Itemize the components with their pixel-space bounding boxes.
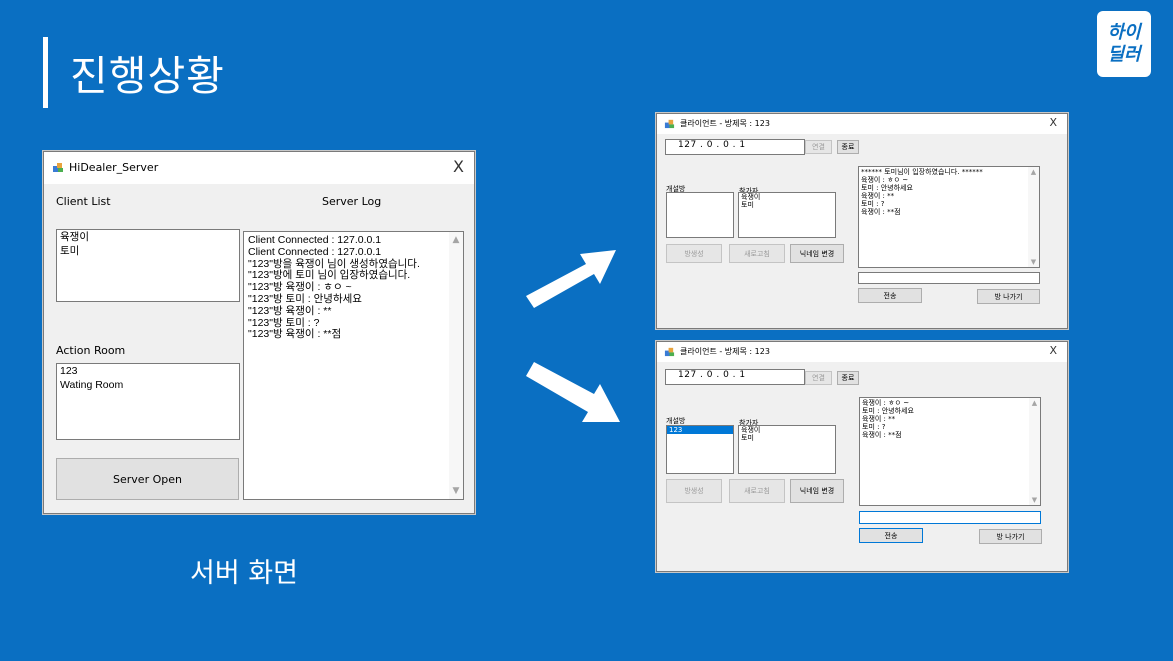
message-input[interactable] [858,272,1040,284]
leave-room-button[interactable]: 방 나가기 [977,289,1040,304]
room-list[interactable] [666,192,734,238]
log-line: "123"방 토미 : 안녕하세요 [248,292,362,305]
chevron-up-icon[interactable]: ▲ [449,235,463,245]
log-line: "123"방 육쟁이 : ** [248,304,332,317]
server-titlebar: HiDealer_Server X [44,152,474,184]
log-line: 육쟁이 : ㅎㅇ ~ [862,399,910,407]
room-list-label: 개설방 [666,417,686,425]
server-log[interactable]: Client Connected : 127.0.0.1 Client Conne… [243,231,464,500]
log-line: 토미 : ? [861,200,885,208]
quit-button[interactable]: 종료 [837,140,859,154]
log-line: 육쟁이 : **점 [861,208,901,216]
window-title: 클라이언트 - 방제목 : 123 [680,119,770,128]
log-line: 토미 : 안녕하세요 [862,407,914,415]
log-line: Client Connected : 127.0.0.1 [248,245,382,258]
scrollbar[interactable]: ▲ ▼ [1029,398,1040,505]
server-window: HiDealer_Server X Client List Server Log… [43,151,475,514]
client-window-top: 클라이언트 - 방제목 : 123 X 127 . 0 . 0 . 1 연결 종… [656,113,1068,329]
room-list[interactable]: 123 [666,425,734,474]
create-room-button[interactable]: 방생성 [666,244,722,263]
client-list[interactable]: 육쟁이 토미 [56,229,240,302]
server-caption: 서버 화면 [190,558,298,589]
close-icon[interactable]: X [1049,116,1057,129]
log-line: "123"방 육쟁이 : **점 [248,328,342,341]
log-line: 육쟁이 : ** [862,415,896,423]
scrollbar[interactable]: ▲ ▼ [1028,167,1039,267]
participant-list[interactable]: 육쟁이 토미 [738,425,836,474]
scrollbar[interactable]: ▲ ▼ [449,232,463,499]
hidealer-logo: 하이 딜러 [1097,11,1151,77]
send-button[interactable]: 전송 [859,528,923,543]
chevron-down-icon[interactable]: ▼ [449,486,463,496]
window-title: 클라이언트 - 방제목 : 123 [680,347,770,356]
leave-room-button[interactable]: 방 나가기 [979,529,1042,544]
close-icon[interactable]: X [453,157,464,176]
list-item[interactable]: 토미 [57,245,239,258]
app-icon [664,119,675,129]
log-line: 토미 : 안녕하세요 [861,184,913,192]
room-list[interactable]: 123 Wating Room [56,363,240,440]
ip-input[interactable]: 127 . 0 . 0 . 1 [665,369,805,385]
list-item[interactable]: Wating Room [57,379,239,392]
list-item[interactable]: 123 [57,364,239,380]
list-item[interactable]: 육쟁이 [57,230,239,246]
arrow-down-right-icon [526,362,620,422]
create-room-button[interactable]: 방생성 [666,479,722,503]
chat-log[interactable]: 육쟁이 : ㅎㅇ ~ 토미 : 안녕하세요 육쟁이 : ** 토미 : ? 육쟁이 : … [859,397,1041,506]
log-line: 육쟁이 : ㅎㅇ ~ [861,176,909,184]
arrow-up-right-icon [526,250,616,308]
list-item[interactable]: 육쟁이 [739,426,835,434]
connect-button[interactable]: 연결 [805,140,832,154]
nickname-button[interactable]: 닉네임 변경 [790,479,844,503]
client-window-bottom: 클라이언트 - 방제목 : 123 X 127 . 0 . 0 . 1 연결 종… [656,341,1068,572]
client-titlebar: 클라이언트 - 방제목 : 123 X [657,342,1067,362]
chat-log[interactable]: ****** 토미님이 입장하였습니다. ****** 육쟁이 : ㅎㅇ ~ 토미 … [858,166,1040,268]
slide-title: 진행상황 [70,52,225,100]
participant-list[interactable]: 육쟁이 토미 [738,192,836,238]
server-open-button[interactable]: Server Open [56,458,239,500]
quit-button[interactable]: 종료 [837,371,859,385]
window-title: HiDealer_Server [69,161,159,174]
title-accent-bar [43,37,48,108]
app-icon [53,163,63,172]
client-titlebar: 클라이언트 - 방제목 : 123 X [657,114,1067,134]
log-line: 토미 : ? [862,423,886,431]
list-item[interactable]: 토미 [739,201,835,209]
client-list-label: Client List [56,195,111,208]
list-item-selected[interactable]: 123 [667,426,733,434]
list-item[interactable]: 육쟁이 [739,193,835,201]
log-line: 육쟁이 : **점 [862,431,902,439]
chevron-down-icon[interactable]: ▼ [1028,258,1039,266]
send-button[interactable]: 전송 [858,288,922,303]
refresh-button[interactable]: 새로고침 [729,244,785,263]
list-item[interactable]: 토미 [739,434,835,442]
chevron-up-icon[interactable]: ▲ [1029,399,1040,407]
log-line: 육쟁이 : ** [861,192,895,200]
close-icon[interactable]: X [1049,344,1057,357]
server-log-label: Server Log [322,195,382,208]
log-line: ****** 토미님이 입장하였습니다. ****** [861,168,983,176]
action-room-label: Action Room [56,344,126,357]
connect-button[interactable]: 연결 [805,371,832,385]
chevron-up-icon[interactable]: ▲ [1028,168,1039,176]
ip-input[interactable]: 127 . 0 . 0 . 1 [665,139,805,155]
message-input[interactable] [859,511,1041,524]
chevron-down-icon[interactable]: ▼ [1029,496,1040,504]
refresh-button[interactable]: 새로고침 [729,479,785,503]
nickname-button[interactable]: 닉네임 변경 [790,244,844,263]
app-icon [664,347,675,357]
